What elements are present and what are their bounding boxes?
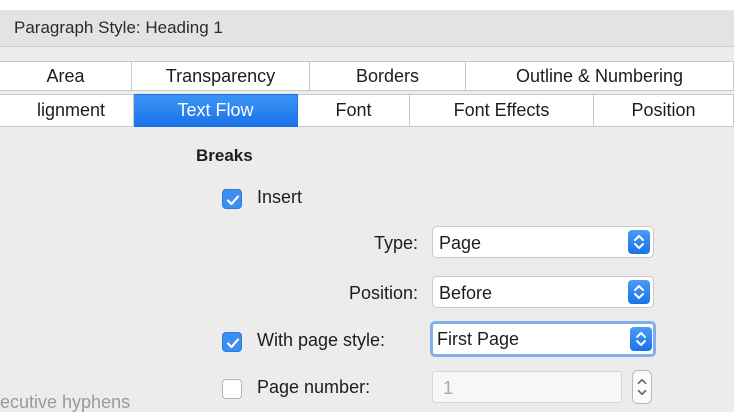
page-number-stepper[interactable] [632,370,652,404]
tab-row-bottom: lignment Text Flow Font Font Effects Pos… [0,94,734,129]
position-select-value: Before [439,283,493,303]
hyphenation-cutoff-label: ecutive hyphens [0,392,131,412]
tab-font-effects[interactable]: Font Effects [410,94,594,127]
insert-label: Insert [257,187,303,207]
chevron-updown-icon [630,327,652,351]
checkmark-icon [226,195,240,206]
page-number-field[interactable]: 1 [432,371,622,403]
chevron-updown-icon [628,230,650,254]
insert-checkbox[interactable] [222,189,242,209]
with-page-style-label: With page style: [257,330,386,350]
position-select[interactable]: Before [432,276,654,308]
tab-transparency[interactable]: Transparency [132,61,310,91]
page-number-checkbox[interactable] [222,379,242,399]
checkmark-icon [226,338,240,349]
breaks-section-title: Breaks [196,146,253,165]
page-style-select-value: First Page [437,329,520,349]
tab-area[interactable]: Area [0,61,132,91]
position-label: Position: [348,283,418,303]
tab-alignment[interactable]: lignment [0,94,134,127]
page-style-select[interactable]: First Page [430,321,656,357]
type-label: Type: [373,233,418,253]
tab-row-top: Area Transparency Borders Outline & Numb… [0,47,734,91]
tab-borders[interactable]: Borders [310,61,466,91]
page-number-value: 1 [443,378,454,398]
tab-outline-numbering[interactable]: Outline & Numbering [466,61,734,91]
page-number-label: Page number: [257,377,371,397]
tab-font[interactable]: Font [298,94,410,127]
with-page-style-checkbox[interactable] [222,332,242,352]
window-titlebar: Paragraph Style: Heading 1 [0,10,734,47]
type-select[interactable]: Page [432,226,654,258]
chevron-updown-icon [628,280,650,304]
tab-text-flow[interactable]: Text Flow [134,94,298,127]
paragraph-style-dialog: Area Transparency Borders Outline & Numb… [0,47,734,412]
tab-position[interactable]: Position [594,94,734,127]
stepper-arrows-icon [637,379,647,395]
type-select-value: Page [439,233,482,253]
window-title: Paragraph Style: Heading 1 [14,18,223,37]
